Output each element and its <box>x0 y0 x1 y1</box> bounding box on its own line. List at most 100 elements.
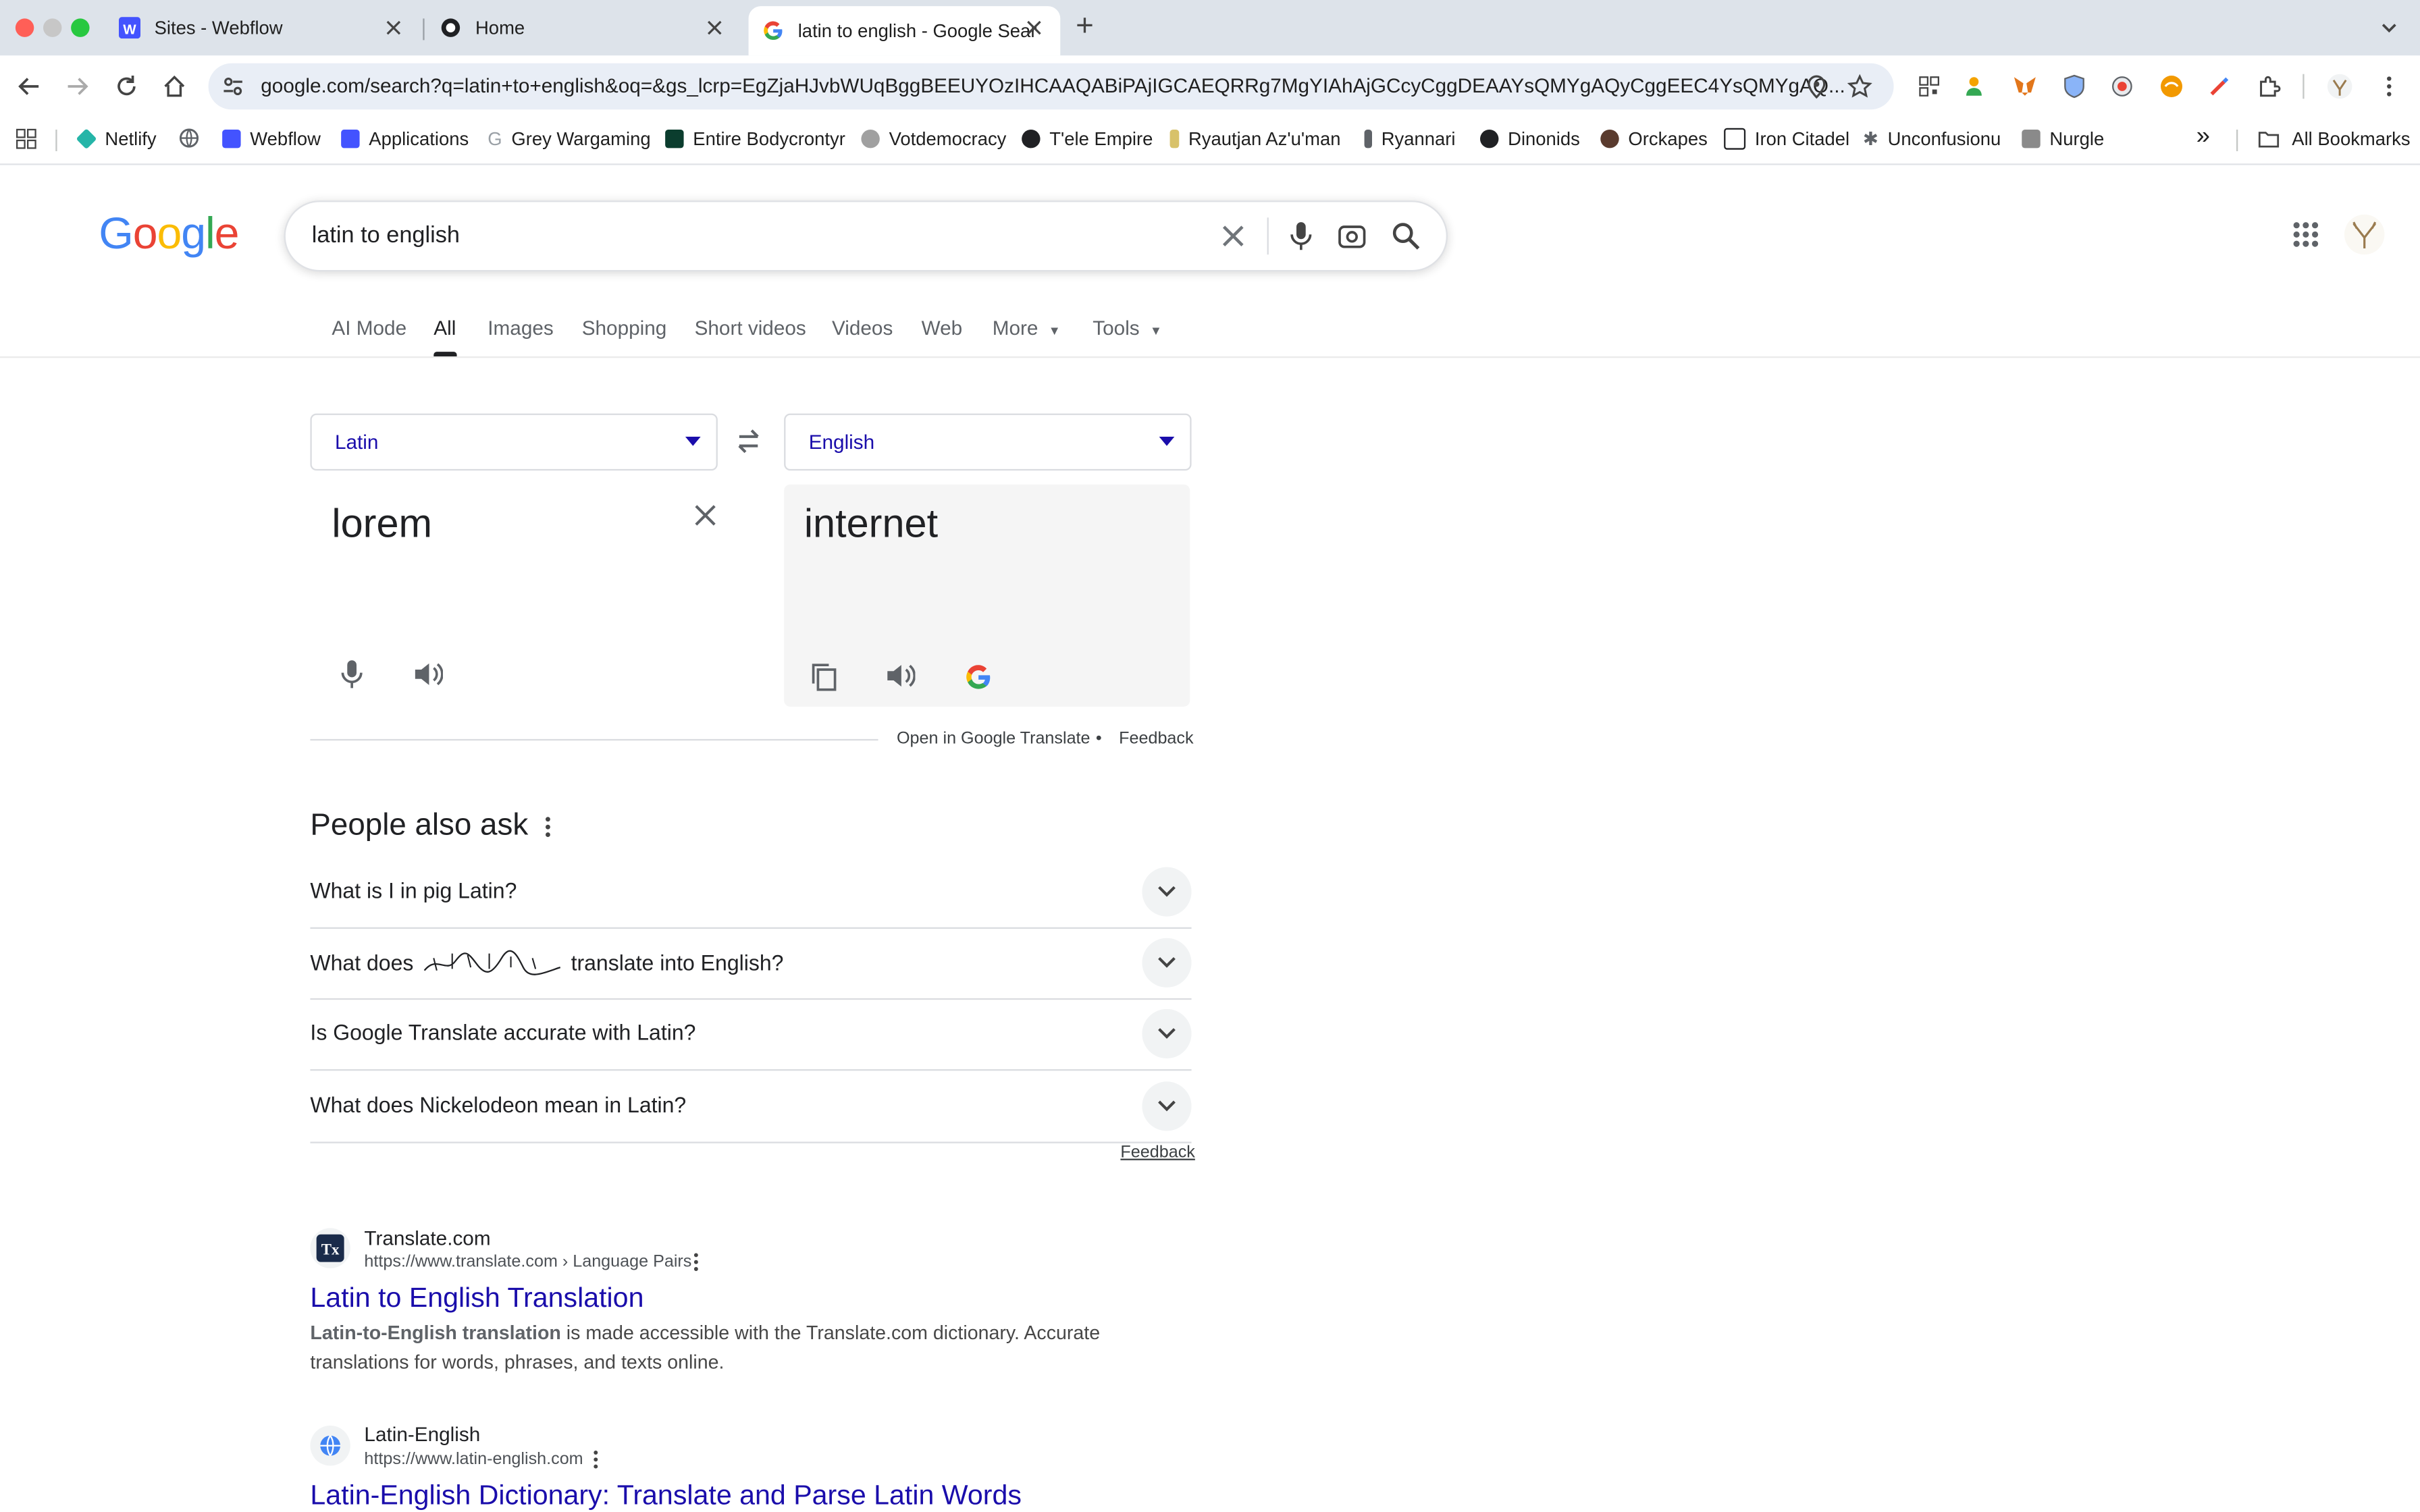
tab-short-videos[interactable]: Short videos <box>695 317 806 340</box>
bookmark-label: T'ele Empire <box>1049 128 1153 150</box>
tab-tools[interactable]: Tools ▼ <box>1093 317 1162 340</box>
voice-search-icon[interactable] <box>1286 219 1317 253</box>
lens-camera-icon[interactable] <box>1336 221 1367 252</box>
result-more-options-icon[interactable] <box>587 1449 605 1470</box>
tab-more[interactable]: More ▼ <box>993 317 1061 340</box>
paa-question[interactable]: What does Nickelodeon mean in Latin? <box>310 1071 1192 1143</box>
bookmark-applications[interactable]: Applications <box>341 128 469 150</box>
result-site-name[interactable]: Latin-English <box>364 1422 480 1445</box>
browser-menu-icon[interactable] <box>2373 71 2404 102</box>
search-box[interactable]: latin to english <box>284 200 1448 272</box>
result-title-link[interactable]: Latin to English Translation <box>310 1282 643 1314</box>
close-tab-icon[interactable] <box>383 17 404 38</box>
bookmark-unconfusionu[interactable]: ✱ Unconfusionu <box>1863 128 2001 150</box>
bookmark-ryautjan[interactable]: Ryautjan Az'u'man <box>1169 128 1340 150</box>
source-text-input[interactable]: lorem <box>332 500 432 548</box>
bookmark-netlify[interactable]: Netlify <box>76 128 157 150</box>
minimize-window-button[interactable] <box>43 18 62 37</box>
extension-circle-icon[interactable] <box>2107 71 2138 102</box>
new-tab-button[interactable]: + <box>1076 9 1094 45</box>
all-bookmarks-button[interactable]: All Bookmarks <box>2258 128 2411 150</box>
tab-home[interactable]: Home <box>426 0 741 55</box>
tab-web[interactable]: Web <box>922 317 963 340</box>
close-tab-icon[interactable] <box>704 17 725 38</box>
extension-orange-icon[interactable] <box>2156 71 2187 102</box>
microphone-icon[interactable] <box>335 657 369 691</box>
swap-languages-icon[interactable] <box>733 426 764 457</box>
paa-question[interactable]: What does translate into English? <box>310 927 1192 1000</box>
chevron-down-icon[interactable] <box>1142 867 1192 917</box>
tab-images[interactable]: Images <box>488 317 553 340</box>
tab-sites-webflow[interactable]: W Sites - Webflow <box>105 0 419 55</box>
close-window-button[interactable] <box>15 18 34 37</box>
tab-videos[interactable]: Videos <box>832 317 893 340</box>
tab-shopping[interactable]: Shopping <box>582 317 667 340</box>
tab-google-search[interactable]: latin to english - Google Sear <box>748 6 1061 56</box>
shield-icon[interactable] <box>2059 71 2090 102</box>
metamask-icon[interactable] <box>2009 71 2041 102</box>
address-bar[interactable]: google.com/search?q=latin+to+english&oq=… <box>208 63 1894 110</box>
paa-more-options-icon[interactable] <box>537 815 558 840</box>
result-title-link[interactable]: Latin-English Dictionary: Translate and … <box>310 1480 1022 1512</box>
tab-search-icon[interactable] <box>2377 16 2402 40</box>
paa-question[interactable]: Is Google Translate accurate with Latin? <box>310 998 1192 1071</box>
result-site-name[interactable]: Translate.com <box>364 1226 490 1249</box>
paa-question[interactable]: What is I in pig Latin? <box>310 857 1192 929</box>
source-language-label: Latin <box>335 430 379 454</box>
search-divider <box>1267 217 1269 255</box>
bookmark-entire-bodycrontyr[interactable]: Entire Bodycrontyr <box>665 128 845 150</box>
search-submit-icon[interactable] <box>1390 221 1421 252</box>
bookmark-tele-empire[interactable]: T'ele Empire <box>1022 128 1153 150</box>
extensions-puzzle-icon[interactable] <box>2253 71 2284 102</box>
bookmark-nurgle[interactable]: Nurgle <box>2022 128 2104 150</box>
copy-icon[interactable] <box>807 660 841 694</box>
bookmark-globe[interactable] <box>179 128 199 148</box>
bookmark-grey-wargaming[interactable]: G Grey Wargaming <box>488 128 650 150</box>
account-avatar[interactable] <box>2343 213 2386 256</box>
maximize-window-button[interactable] <box>71 18 90 37</box>
bookmark-ryannari[interactable]: Ryannari <box>1364 128 1456 150</box>
tab-all[interactable]: All <box>433 317 456 340</box>
site-info-icon[interactable] <box>221 74 246 99</box>
target-language-select[interactable]: English <box>784 413 1192 471</box>
google-g-icon[interactable] <box>962 660 995 694</box>
profile-avatar[interactable] <box>2324 71 2355 102</box>
color-picker-icon[interactable] <box>2204 71 2235 102</box>
paa-question-text: Is Google Translate accurate with Latin? <box>310 1019 696 1045</box>
clear-source-icon[interactable] <box>693 503 718 528</box>
bookmark-webflow[interactable]: Webflow <box>222 128 321 150</box>
open-in-google-translate-link[interactable]: Open in Google Translate <box>897 730 1090 748</box>
chevron-down-icon[interactable] <box>1142 938 1192 988</box>
bookmark-orckapes[interactable]: Orckapes <box>1600 128 1708 150</box>
back-icon[interactable] <box>14 71 45 102</box>
google-apps-icon[interactable] <box>2292 221 2319 248</box>
paa-feedback-link[interactable]: Feedback <box>1120 1143 1194 1162</box>
result-url[interactable]: https://www.latin-english.com <box>364 1451 583 1469</box>
google-logo[interactable]: Google <box>99 210 239 261</box>
close-tab-icon[interactable] <box>1023 17 1045 38</box>
translate-feedback-link[interactable]: Feedback <box>1119 730 1193 748</box>
bookmark-iron-citadel[interactable]: Iron Citadel <box>1724 128 1849 150</box>
search-input[interactable]: latin to english <box>312 222 460 248</box>
chevron-down-icon[interactable] <box>1142 1008 1192 1059</box>
extension-person-icon[interactable] <box>1960 71 1991 102</box>
clear-search-icon[interactable] <box>1217 221 1248 252</box>
listen-translation-icon[interactable] <box>883 659 916 693</box>
bookmarks-overflow-button[interactable]: » <box>2197 124 2210 151</box>
forward-icon[interactable] <box>61 71 93 102</box>
listen-source-icon[interactable] <box>411 657 444 691</box>
location-icon[interactable] <box>1804 74 1829 99</box>
reload-icon[interactable] <box>111 71 142 102</box>
apps-grid-icon[interactable] <box>16 128 37 150</box>
tab-ai-mode[interactable]: AI Mode <box>332 317 406 340</box>
bookmark-votdemocracy[interactable]: Votdemocracy <box>861 128 1006 150</box>
chevron-down-icon[interactable] <box>1142 1081 1192 1131</box>
bookmark-label: All Bookmarks <box>2292 128 2411 150</box>
home-icon[interactable] <box>159 71 190 102</box>
bookmark-dinonids[interactable]: Dinonids <box>1480 128 1580 150</box>
bookmark-star-icon[interactable] <box>1847 74 1872 99</box>
source-language-select[interactable]: Latin <box>310 413 718 471</box>
result-url[interactable]: https://www.translate.com › Language Pai… <box>364 1253 691 1271</box>
result-more-options-icon[interactable] <box>687 1251 705 1273</box>
qr-code-icon[interactable] <box>1914 71 1945 102</box>
